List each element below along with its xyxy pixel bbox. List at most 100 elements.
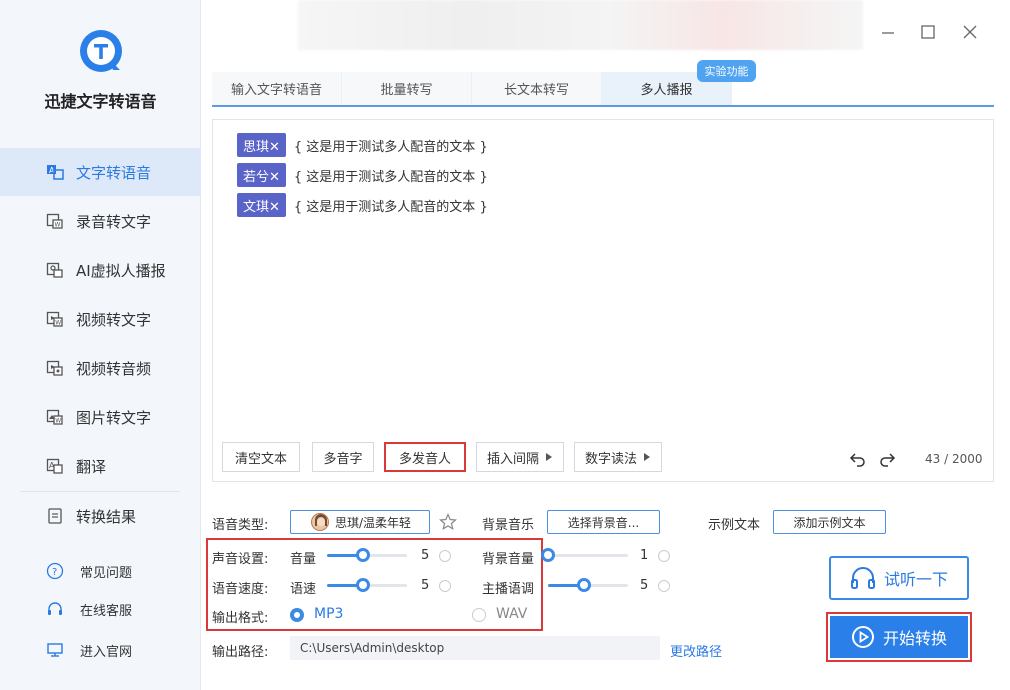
sidebar-item-video-to-text[interactable]: W 视频转文字 (0, 295, 201, 343)
pitch-slider[interactable] (548, 577, 628, 593)
polyphone-button[interactable]: 多音字 (312, 442, 374, 472)
translate-icon: A (46, 457, 64, 475)
output-format-label: 输出格式: (212, 611, 269, 626)
svg-text:?: ? (52, 567, 57, 578)
redo-icon[interactable] (878, 450, 896, 468)
slider-knob[interactable] (356, 578, 370, 592)
dialogue-text: { 这是用于测试多人配音的文本 } (293, 139, 488, 155)
sidebar-footer-support[interactable]: 在线客服 (0, 593, 201, 625)
image-text-icon: W (46, 408, 64, 426)
number-reading-label: 数字读法 (584, 451, 637, 467)
number-reading-button[interactable]: 数字读法 (574, 442, 662, 472)
bg-volume-slider[interactable] (541, 547, 628, 563)
format-mp3-radio[interactable] (290, 608, 304, 622)
experimental-badge: 实验功能 (697, 60, 756, 82)
question-icon: ? (46, 562, 64, 580)
tab-batch[interactable]: 批量转写 (342, 72, 472, 105)
start-highlight: 开始转换 (826, 612, 972, 662)
listen-button[interactable]: 试听一下 (829, 556, 969, 600)
tab-text-to-speech[interactable]: 输入文字转语音 (212, 72, 342, 105)
app-logo-icon (80, 30, 122, 72)
format-mp3-label[interactable]: MP3 (314, 606, 343, 622)
sidebar-item-ai-virtual[interactable]: AI虚拟人播报 (0, 246, 201, 294)
format-wav-radio[interactable] (472, 608, 486, 622)
insert-pause-button[interactable]: 插入间隔 (476, 442, 564, 472)
sidebar-item-label: 转换结果 (76, 507, 137, 526)
app-name: 迅捷文字转语音 (44, 92, 157, 111)
clear-text-button[interactable]: 清空文本 (222, 442, 300, 472)
minimize-icon[interactable] (878, 22, 898, 42)
start-convert-button[interactable]: 开始转换 (830, 616, 968, 658)
text-editor[interactable]: 思琪✕ { 这是用于测试多人配音的文本 } 若兮✕ { 这是用于测试多人配音的文… (212, 119, 994, 482)
start-label: 开始转换 (882, 629, 947, 648)
dialogue-line: 文琪✕ { 这是用于测试多人配音的文本 } (237, 193, 488, 217)
dialogue-line: 若兮✕ { 这是用于测试多人配音的文本 } (237, 163, 488, 187)
speed-label: 语音速度: (212, 582, 269, 597)
caret-right-icon (546, 453, 552, 461)
volume-value: 5 (421, 548, 430, 563)
svg-text:W: W (55, 222, 61, 229)
reset-icon[interactable] (658, 550, 670, 562)
tab-long-text[interactable]: 长文本转写 (472, 72, 602, 105)
video-audio-icon (46, 359, 64, 377)
sidebar-item-video-to-audio[interactable]: 视频转音频 (0, 344, 201, 392)
format-wav-label[interactable]: WAV (496, 606, 527, 622)
rate-label: 语速 (290, 582, 317, 597)
headset-icon (46, 600, 64, 618)
avatar (311, 513, 329, 531)
video-text-icon: W (46, 310, 64, 328)
close-icon[interactable] (960, 22, 980, 42)
voice-type-label: 语音类型: (212, 518, 269, 533)
change-path-link[interactable]: 更改路径 (670, 641, 722, 660)
undo-icon[interactable] (849, 450, 867, 468)
multi-speaker-button[interactable]: 多发音人 (384, 442, 466, 472)
sidebar-footer-faq[interactable]: ? 常见问题 (0, 555, 201, 587)
output-path-field[interactable]: C:\Users\Admin\desktop (290, 636, 660, 660)
sidebar-footer-website[interactable]: 进入官网 (0, 634, 201, 666)
sidebar-item-label: 文字转语音 (76, 163, 152, 182)
bg-volume-value: 1 (640, 548, 649, 563)
speaker-chip[interactable]: 文琪✕ (237, 193, 286, 217)
results-icon (46, 507, 64, 525)
svg-text:W: W (55, 320, 61, 327)
sidebar-item-label: 翻译 (76, 457, 107, 476)
insert-pause-label: 插入间隔 (486, 451, 539, 467)
maximize-icon[interactable] (918, 22, 938, 42)
recording-icon: W (46, 212, 64, 230)
voice-select-button[interactable]: 思琪/温柔年轻 (290, 510, 430, 534)
sidebar-footer-label: 常见问题 (80, 565, 133, 581)
text-to-speech-icon: A (46, 163, 64, 181)
sidebar-item-text-to-speech[interactable]: A 文字转语音 (0, 148, 201, 196)
bg-volume-label: 背景音量 (482, 552, 535, 567)
slider-knob[interactable] (577, 578, 591, 592)
speaker-chip[interactable]: 思琪✕ (237, 133, 286, 157)
rate-slider[interactable] (327, 577, 407, 593)
volume-label: 音量 (290, 552, 317, 567)
reset-icon[interactable] (658, 580, 670, 592)
slider-knob[interactable] (356, 548, 370, 562)
sidebar-item-image-to-text[interactable]: W 图片转文字 (0, 393, 201, 441)
sidebar-item-label: 视频转文字 (76, 310, 152, 329)
reset-icon[interactable] (439, 580, 451, 592)
sidebar-item-translate[interactable]: A 翻译 (0, 442, 201, 490)
speaker-chip[interactable]: 若兮✕ (237, 163, 286, 187)
voice-name: 思琪/温柔年轻 (335, 515, 412, 530)
svg-text:W: W (55, 418, 61, 425)
sidebar-item-recording[interactable]: W 录音转文字 (0, 197, 201, 245)
play-circle-icon (851, 626, 874, 648)
tab-bar: 输入文字转语音 批量转写 长文本转写 多人播报 (212, 72, 994, 107)
volume-slider[interactable] (327, 547, 407, 563)
virtual-human-icon (46, 261, 64, 279)
sample-text-label: 示例文本 (708, 518, 761, 533)
select-bg-music-button[interactable]: 选择背景音... (547, 510, 660, 534)
add-sample-text-button[interactable]: 添加示例文本 (773, 510, 886, 534)
slider-knob[interactable] (541, 548, 555, 562)
reset-icon[interactable] (439, 550, 451, 562)
monitor-icon (46, 641, 64, 659)
listen-label: 试听一下 (883, 570, 948, 589)
sidebar-item-label: 图片转文字 (76, 408, 152, 427)
sidebar-item-results[interactable]: 转换结果 (0, 492, 201, 540)
pitch-value: 5 (640, 578, 649, 593)
character-counter: 43 / 2000 (925, 452, 983, 466)
star-icon[interactable] (439, 513, 457, 531)
